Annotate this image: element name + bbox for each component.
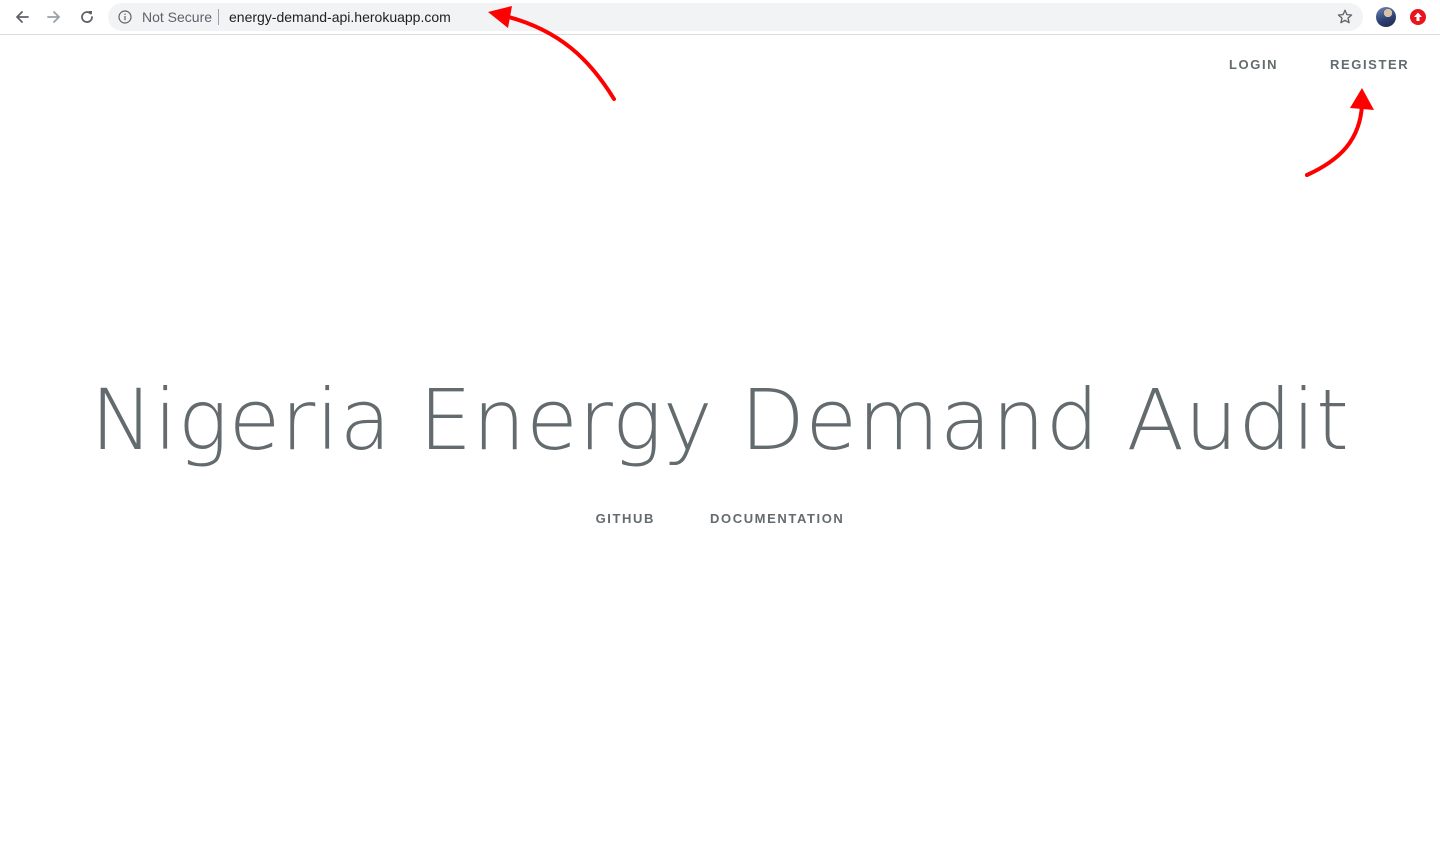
register-link[interactable]: REGISTER xyxy=(1330,57,1409,73)
github-link[interactable]: GITHUB xyxy=(596,511,655,527)
avatar[interactable] xyxy=(1376,7,1396,27)
hero-links: GITHUB DOCUMENTATION xyxy=(0,511,1440,527)
documentation-link[interactable]: DOCUMENTATION xyxy=(710,511,844,527)
back-button[interactable] xyxy=(10,5,34,29)
back-arrow-icon xyxy=(16,11,29,23)
reload-icon xyxy=(81,11,93,23)
security-status[interactable]: Not Secure xyxy=(142,9,212,25)
forward-button[interactable] xyxy=(42,5,66,29)
forward-arrow-icon xyxy=(47,11,60,23)
browser-toolbar: Not Secure energy-demand-api.herokuapp.c… xyxy=(0,0,1440,35)
annotation-arrow-register xyxy=(1305,88,1374,177)
url-text[interactable]: energy-demand-api.herokuapp.com xyxy=(229,9,451,25)
reload-button[interactable] xyxy=(75,5,99,29)
omnibox-divider xyxy=(218,9,219,25)
extension-icon[interactable] xyxy=(1409,8,1427,26)
address-bar[interactable]: Not Secure energy-demand-api.herokuapp.c… xyxy=(108,3,1363,31)
login-link[interactable]: LOGIN xyxy=(1229,57,1278,73)
star-icon[interactable] xyxy=(1336,8,1354,26)
info-icon[interactable] xyxy=(118,10,132,24)
page-title: Nigeria Energy Demand Audit xyxy=(90,371,1350,469)
